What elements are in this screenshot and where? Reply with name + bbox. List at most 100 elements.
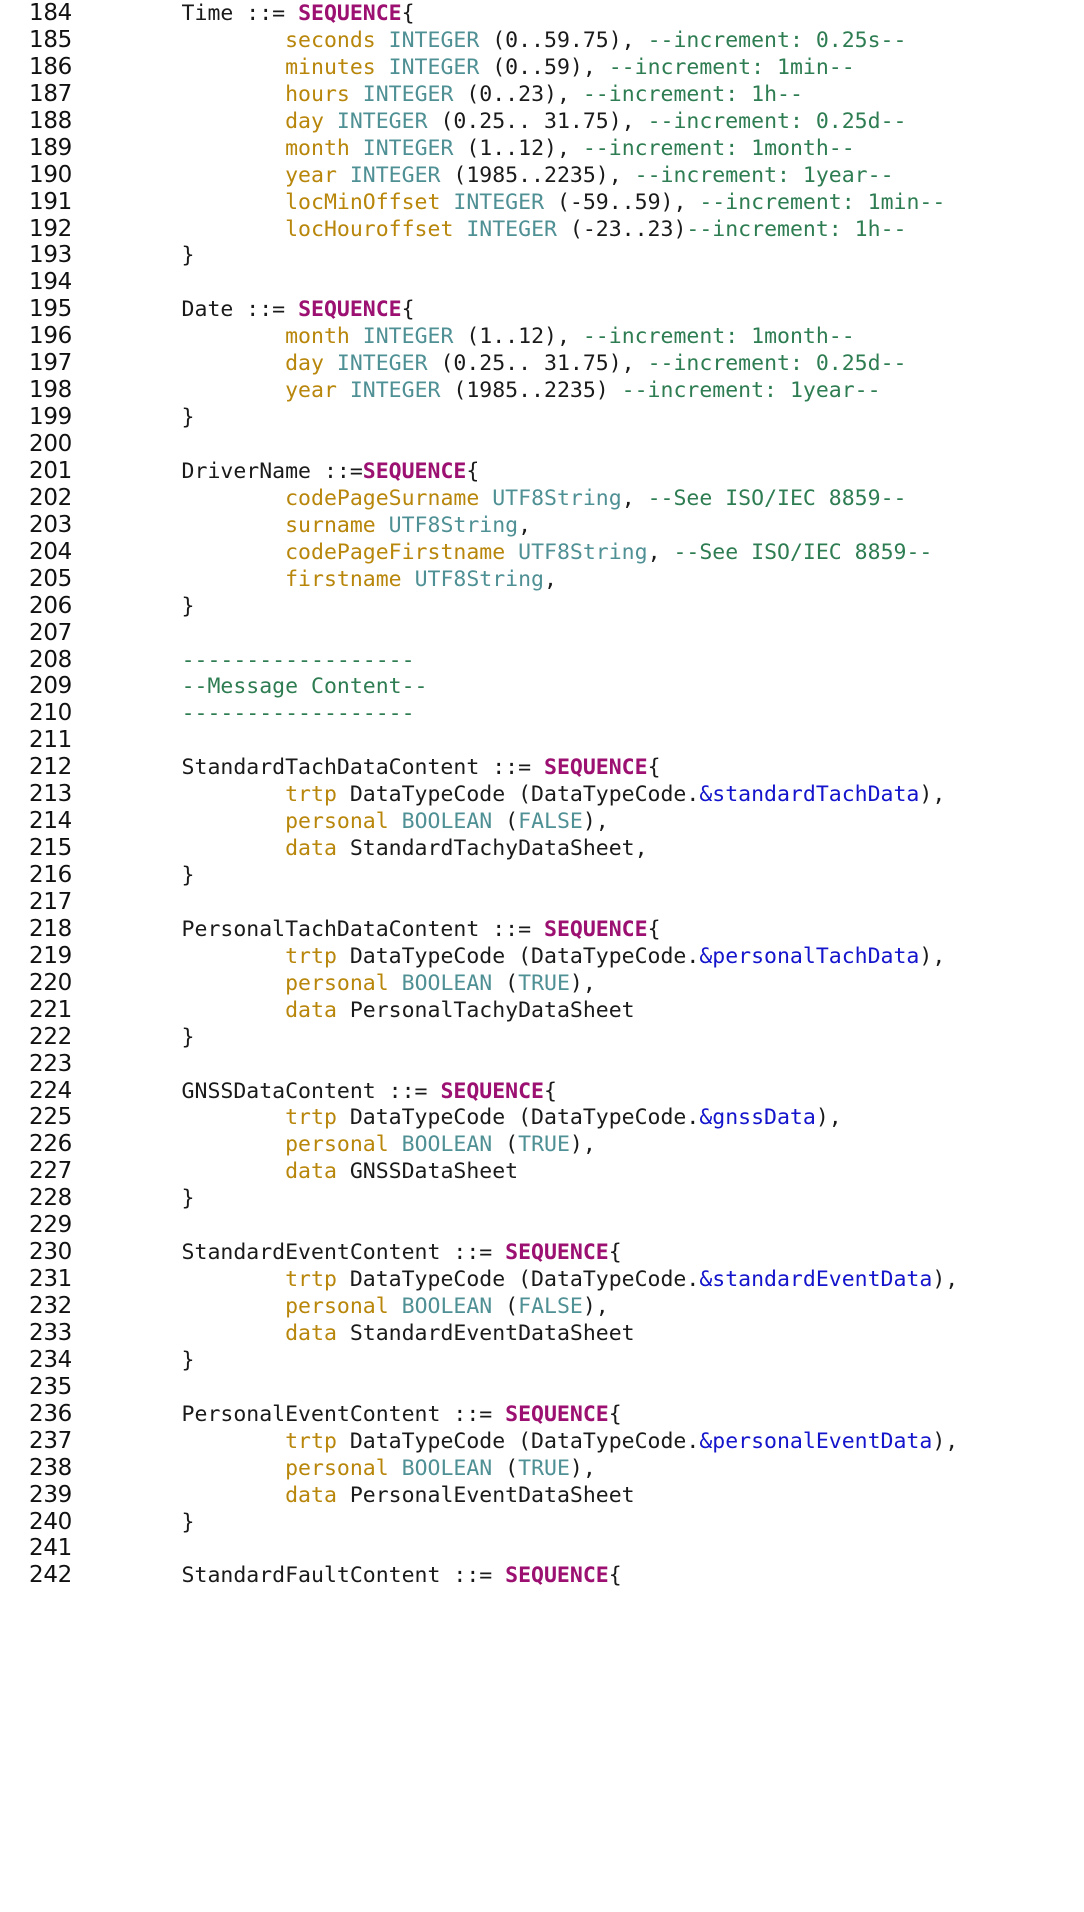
code-line[interactable]: 225 trtp DataTypeCode (DataTypeCode.&gns… (0, 1104, 1084, 1131)
code-line[interactable]: 208 ------------------ (0, 647, 1084, 674)
code-line[interactable]: 213 trtp DataTypeCode (DataTypeCode.&sta… (0, 781, 1084, 808)
code-line[interactable]: 241 (0, 1535, 1084, 1562)
code-line-content[interactable]: PersonalTachDataContent ::= SEQUENCE{ (78, 917, 1084, 944)
code-line[interactable]: 226 personal BOOLEAN (TRUE), (0, 1131, 1084, 1158)
code-line[interactable]: 219 trtp DataTypeCode (DataTypeCode.&per… (0, 943, 1084, 970)
code-line-content[interactable]: day INTEGER (0.25.. 31.75), --increment:… (78, 351, 1084, 378)
code-line-content[interactable]: data GNSSDataSheet (78, 1159, 1084, 1186)
code-line[interactable]: 201 DriverName ::=SEQUENCE{ (0, 458, 1084, 485)
code-line-content[interactable]: StandardFaultContent ::= SEQUENCE{ (78, 1563, 1084, 1590)
code-line-content[interactable]: hours INTEGER (0..23), --increment: 1h-- (78, 82, 1084, 109)
code-line[interactable]: 238 personal BOOLEAN (TRUE), (0, 1455, 1084, 1482)
code-line[interactable]: 231 trtp DataTypeCode (DataTypeCode.&sta… (0, 1266, 1084, 1293)
code-viewer[interactable]: 184 Time ::= SEQUENCE{185 seconds INTEGE… (0, 0, 1084, 1912)
code-line-content[interactable]: trtp DataTypeCode (DataTypeCode.&gnssDat… (78, 1105, 1084, 1132)
code-line[interactable]: 228 } (0, 1185, 1084, 1212)
code-line[interactable]: 190 year INTEGER (1985..2235), --increme… (0, 162, 1084, 189)
code-line-content[interactable]: locHouroffset INTEGER (-23..23)--increme… (78, 217, 1084, 244)
code-line-content[interactable]: locMinOffset INTEGER (-59..59), --increm… (78, 190, 1084, 217)
code-line[interactable]: 205 firstname UTF8String, (0, 566, 1084, 593)
code-line-content[interactable]: trtp DataTypeCode (DataTypeCode.&standar… (78, 782, 1084, 809)
code-line-content[interactable]: trtp DataTypeCode (DataTypeCode.&standar… (78, 1267, 1084, 1294)
code-line[interactable]: 235 (0, 1374, 1084, 1401)
code-line[interactable]: 217 (0, 889, 1084, 916)
code-line[interactable]: 230 StandardEventContent ::= SEQUENCE{ (0, 1239, 1084, 1266)
code-line[interactable]: 185 seconds INTEGER (0..59.75), --increm… (0, 27, 1084, 54)
code-line[interactable]: 224 GNSSDataContent ::= SEQUENCE{ (0, 1078, 1084, 1105)
code-line[interactable]: 189 month INTEGER (1..12), --increment: … (0, 135, 1084, 162)
code-line[interactable]: 214 personal BOOLEAN (FALSE), (0, 808, 1084, 835)
code-line[interactable]: 229 (0, 1212, 1084, 1239)
code-line-content[interactable]: personal BOOLEAN (FALSE), (78, 809, 1084, 836)
code-line[interactable]: 202 codePageSurname UTF8String, --See IS… (0, 485, 1084, 512)
code-line-content[interactable]: seconds INTEGER (0..59.75), --increment:… (78, 28, 1084, 55)
code-line[interactable]: 233 data StandardEventDataSheet (0, 1320, 1084, 1347)
code-line-content[interactable]: Date ::= SEQUENCE{ (78, 297, 1084, 324)
code-line-content[interactable]: personal BOOLEAN (TRUE), (78, 971, 1084, 998)
code-line-content[interactable]: codePageFirstname UTF8String, --See ISO/… (78, 540, 1084, 567)
code-line-content[interactable]: personal BOOLEAN (TRUE), (78, 1456, 1084, 1483)
code-line[interactable]: 242 StandardFaultContent ::= SEQUENCE{ (0, 1562, 1084, 1589)
code-line-content[interactable]: DriverName ::=SEQUENCE{ (78, 459, 1084, 486)
code-line-content[interactable]: ------------------ (78, 701, 1084, 728)
code-line[interactable]: 187 hours INTEGER (0..23), --increment: … (0, 81, 1084, 108)
code-line-content[interactable]: year INTEGER (1985..2235) --increment: 1… (78, 378, 1084, 405)
code-line-content[interactable]: } (78, 863, 1084, 890)
code-line-content[interactable]: ------------------ (78, 648, 1084, 675)
code-line-content[interactable]: } (78, 1510, 1084, 1537)
code-line[interactable]: 203 surname UTF8String, (0, 512, 1084, 539)
code-line[interactable]: 192 locHouroffset INTEGER (-23..23)--inc… (0, 216, 1084, 243)
code-line[interactable]: 196 month INTEGER (1..12), --increment: … (0, 323, 1084, 350)
code-line-content[interactable]: data StandardTachyDataSheet, (78, 836, 1084, 863)
code-line-content[interactable]: StandardEventContent ::= SEQUENCE{ (78, 1240, 1084, 1267)
code-line-content[interactable]: codePageSurname UTF8String, --See ISO/IE… (78, 486, 1084, 513)
code-line[interactable]: 210 ------------------ (0, 700, 1084, 727)
code-line[interactable]: 200 (0, 431, 1084, 458)
code-line[interactable]: 188 day INTEGER (0.25.. 31.75), --increm… (0, 108, 1084, 135)
code-line-content[interactable]: } (78, 405, 1084, 432)
code-line[interactable]: 212 StandardTachDataContent ::= SEQUENCE… (0, 754, 1084, 781)
code-line-content[interactable]: month INTEGER (1..12), --increment: 1mon… (78, 324, 1084, 351)
code-line-content[interactable]: personal BOOLEAN (TRUE), (78, 1132, 1084, 1159)
code-line-content[interactable]: StandardTachDataContent ::= SEQUENCE{ (78, 755, 1084, 782)
code-line-content[interactable]: trtp DataTypeCode (DataTypeCode.&persona… (78, 944, 1084, 971)
code-line[interactable]: 222 } (0, 1024, 1084, 1051)
code-line-content[interactable]: Time ::= SEQUENCE{ (78, 1, 1084, 28)
code-line[interactable]: 186 minutes INTEGER (0..59), --increment… (0, 54, 1084, 81)
code-line[interactable]: 206 } (0, 593, 1084, 620)
code-line-content[interactable]: PersonalEventContent ::= SEQUENCE{ (78, 1402, 1084, 1429)
code-line[interactable]: 220 personal BOOLEAN (TRUE), (0, 970, 1084, 997)
code-line-content[interactable]: data PersonalTachyDataSheet (78, 998, 1084, 1025)
code-line[interactable]: 191 locMinOffset INTEGER (-59..59), --in… (0, 189, 1084, 216)
code-line[interactable]: 195 Date ::= SEQUENCE{ (0, 296, 1084, 323)
code-line-content[interactable]: surname UTF8String, (78, 513, 1084, 540)
code-line-content[interactable]: year INTEGER (1985..2235), --increment: … (78, 163, 1084, 190)
code-line[interactable]: 236 PersonalEventContent ::= SEQUENCE{ (0, 1401, 1084, 1428)
code-line-content[interactable]: } (78, 594, 1084, 621)
code-line-content[interactable]: --Message Content-- (78, 674, 1084, 701)
code-line[interactable]: 194 (0, 269, 1084, 296)
code-line[interactable]: 240 } (0, 1509, 1084, 1536)
code-line[interactable]: 218 PersonalTachDataContent ::= SEQUENCE… (0, 916, 1084, 943)
code-line[interactable]: 198 year INTEGER (1985..2235) --incremen… (0, 377, 1084, 404)
code-line-content[interactable]: GNSSDataContent ::= SEQUENCE{ (78, 1079, 1084, 1106)
code-line[interactable]: 209 --Message Content-- (0, 673, 1084, 700)
code-line-content[interactable]: } (78, 1025, 1084, 1052)
code-line[interactable]: 223 (0, 1051, 1084, 1078)
code-line-content[interactable]: firstname UTF8String, (78, 567, 1084, 594)
code-line-content[interactable]: day INTEGER (0.25.. 31.75), --increment:… (78, 109, 1084, 136)
code-line[interactable]: 239 data PersonalEventDataSheet (0, 1482, 1084, 1509)
code-line[interactable]: 232 personal BOOLEAN (FALSE), (0, 1293, 1084, 1320)
code-line[interactable]: 227 data GNSSDataSheet (0, 1158, 1084, 1185)
code-line-content[interactable]: trtp DataTypeCode (DataTypeCode.&persona… (78, 1429, 1084, 1456)
code-line[interactable]: 215 data StandardTachyDataSheet, (0, 835, 1084, 862)
code-line[interactable]: 237 trtp DataTypeCode (DataTypeCode.&per… (0, 1428, 1084, 1455)
code-line[interactable]: 199 } (0, 404, 1084, 431)
code-line[interactable]: 184 Time ::= SEQUENCE{ (0, 0, 1084, 27)
code-line-content[interactable]: minutes INTEGER (0..59), --increment: 1m… (78, 55, 1084, 82)
code-line[interactable]: 204 codePageFirstname UTF8String, --See … (0, 539, 1084, 566)
code-line[interactable]: 216 } (0, 862, 1084, 889)
code-line-content[interactable]: data StandardEventDataSheet (78, 1321, 1084, 1348)
code-line-content[interactable]: personal BOOLEAN (FALSE), (78, 1294, 1084, 1321)
code-line-content[interactable]: data PersonalEventDataSheet (78, 1483, 1084, 1510)
